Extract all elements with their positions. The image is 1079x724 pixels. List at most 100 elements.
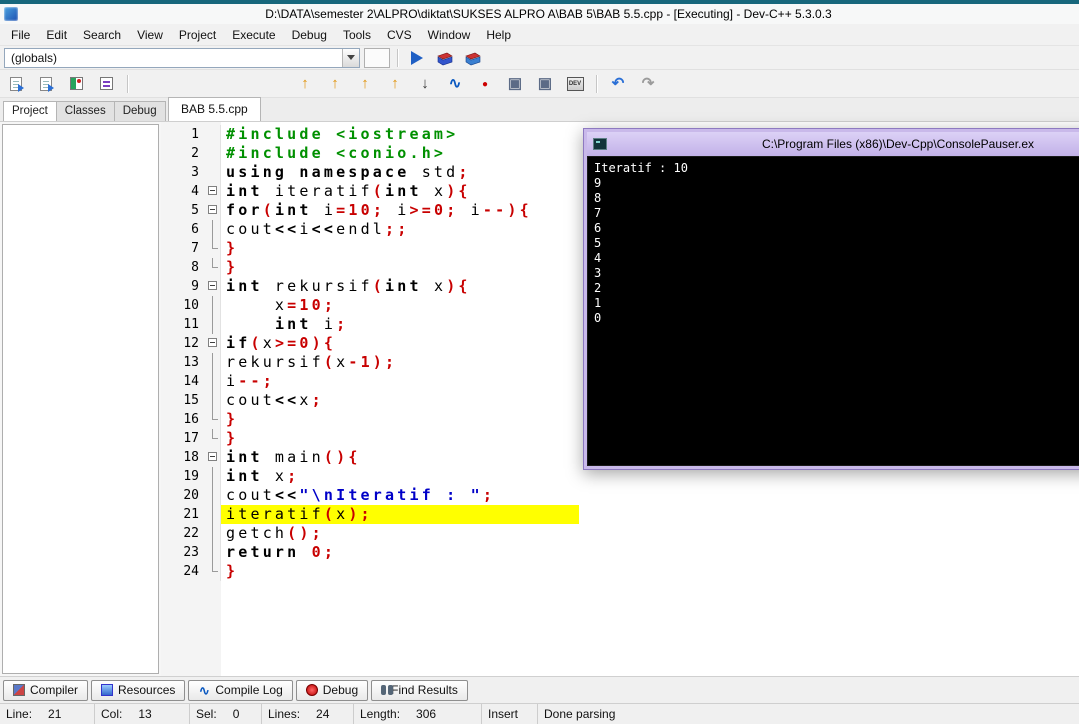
up-arrow-icon	[361, 76, 369, 92]
menu-item-project[interactable]: Project	[171, 25, 224, 45]
console-line: 4	[594, 251, 602, 265]
up-arrow-icon	[391, 76, 399, 92]
fold-line-mark	[212, 258, 218, 268]
bottom-tab-resources[interactable]: Resources	[91, 679, 186, 701]
menu-item-view[interactable]: View	[129, 25, 171, 45]
panel-tab-classes[interactable]: Classes	[55, 101, 115, 121]
editor-tab[interactable]: BAB 5.5.cpp	[168, 97, 261, 121]
run-button[interactable]	[405, 47, 429, 69]
fold-line-mark	[212, 543, 213, 562]
insert-button[interactable]	[64, 73, 88, 95]
bottom-tab-debug[interactable]: Debug	[295, 679, 369, 701]
line-number: 6	[161, 220, 205, 239]
menu-item-help[interactable]: Help	[478, 25, 519, 45]
line-number: 17	[161, 429, 205, 448]
title-bar[interactable]: D:\DATA\semester 2\ALPRO\diktat\SUKSES A…	[0, 4, 1079, 24]
console-window[interactable]: C:\Program Files (x86)\Dev-Cpp\ConsolePa…	[583, 128, 1079, 470]
fold-gutter	[205, 182, 221, 201]
fold-line-mark	[212, 391, 213, 410]
globals-combo[interactable]: (globals)	[4, 47, 360, 68]
line-number: 8	[161, 258, 205, 277]
code-text: getch();	[226, 524, 324, 542]
profile-button[interactable]	[443, 73, 467, 95]
console-title-bar[interactable]: C:\Program Files (x86)\Dev-Cpp\ConsolePa…	[587, 132, 1079, 156]
panel-tab-debug[interactable]: Debug	[113, 101, 166, 121]
fold-collapse-icon	[208, 205, 217, 214]
fold-gutter	[205, 258, 221, 277]
compile-log-icon	[198, 684, 210, 696]
goto-bookmark-button[interactable]	[293, 73, 317, 95]
menu-item-edit[interactable]: Edit	[38, 25, 75, 45]
line-number: 20	[161, 486, 205, 505]
line-number: 13	[161, 353, 205, 372]
goto-bookmark-button[interactable]	[353, 73, 377, 95]
open-file-icon	[40, 76, 54, 92]
fold-gutter	[205, 315, 221, 334]
status-insert: Insert	[482, 704, 538, 724]
project-tree[interactable]	[2, 124, 159, 674]
menu-item-search[interactable]: Search	[75, 25, 129, 45]
fold-gutter	[205, 125, 221, 144]
status-line: Line: 21	[0, 704, 95, 724]
code-line[interactable]: 22 getch();	[161, 524, 1079, 543]
fold-gutter	[205, 163, 221, 182]
highlighted-code-text: iteratif(x);	[221, 505, 579, 524]
status-done-parsing: Done parsing	[544, 707, 616, 721]
debug-icon	[305, 684, 318, 696]
code-line[interactable]: 24}	[161, 562, 1079, 581]
open-file-button[interactable]	[34, 73, 58, 95]
breakpoint-button[interactable]	[473, 73, 497, 95]
goto-bookmark-button[interactable]	[383, 73, 407, 95]
fold-collapse-icon	[208, 338, 217, 347]
chevron-down-icon	[347, 55, 355, 60]
menu-item-file[interactable]: File	[3, 25, 38, 45]
line-number: 19	[161, 467, 205, 486]
fold-gutter	[205, 467, 221, 486]
panel-tab-project[interactable]: Project	[3, 101, 57, 121]
bottom-tab-find-results[interactable]: Find Results	[371, 679, 468, 701]
panel-tab-strip: Project Classes Debug	[0, 101, 166, 121]
menu-item-execute[interactable]: Execute	[224, 25, 283, 45]
compile-run-button[interactable]	[461, 47, 485, 69]
console-line: 1	[594, 296, 602, 310]
dev-badge-button[interactable]	[563, 73, 587, 95]
window-list-button[interactable]	[503, 73, 527, 95]
fold-gutter	[205, 296, 221, 315]
goto-line-button[interactable]	[413, 73, 437, 95]
new-file-button[interactable]	[4, 73, 28, 95]
down-arrow-icon	[421, 76, 429, 92]
code-line[interactable]: 23 return 0;	[161, 543, 1079, 562]
menu-item-debug[interactable]: Debug	[284, 25, 335, 45]
goto-bookmark-button[interactable]	[323, 73, 347, 95]
report-tab-strip: CompilerResourcesCompile LogDebugFind Re…	[0, 676, 1079, 703]
compile-button[interactable]	[433, 47, 457, 69]
window-list-button[interactable]	[533, 73, 557, 95]
fold-gutter	[205, 353, 221, 372]
find-results-icon	[381, 685, 387, 695]
toolbar-separator	[397, 48, 398, 67]
menu-item-cvs[interactable]: CVS	[379, 25, 420, 45]
menu-item-window[interactable]: Window	[420, 25, 479, 45]
bottom-tab-compiler[interactable]: Compiler	[3, 679, 89, 701]
menu-item-tools[interactable]: Tools	[335, 25, 379, 45]
code-line[interactable]: 21 iteratif(x);	[161, 505, 1079, 524]
undo-button[interactable]	[606, 73, 630, 95]
fold-gutter	[205, 505, 221, 524]
up-arrow-icon	[301, 76, 309, 92]
class-combo[interactable]	[364, 47, 390, 68]
redo-button[interactable]	[636, 73, 660, 95]
line-number: 22	[161, 524, 205, 543]
fold-gutter	[205, 391, 221, 410]
console-title: C:\Program Files (x86)\Dev-Cpp\ConsolePa…	[761, 137, 1035, 151]
fold-gutter	[205, 277, 221, 296]
line-number: 7	[161, 239, 205, 258]
line-number: 16	[161, 410, 205, 429]
line-number: 21	[161, 505, 205, 524]
line-number: 18	[161, 448, 205, 467]
fold-line-mark	[212, 562, 218, 572]
bottom-tab-compile-log[interactable]: Compile Log	[188, 679, 293, 701]
members-button[interactable]	[94, 73, 118, 95]
combo-dropdown-button[interactable]	[342, 48, 359, 67]
compile-run-icon	[465, 52, 481, 65]
code-line[interactable]: 20 cout<<"\nIteratif : ";	[161, 486, 1079, 505]
